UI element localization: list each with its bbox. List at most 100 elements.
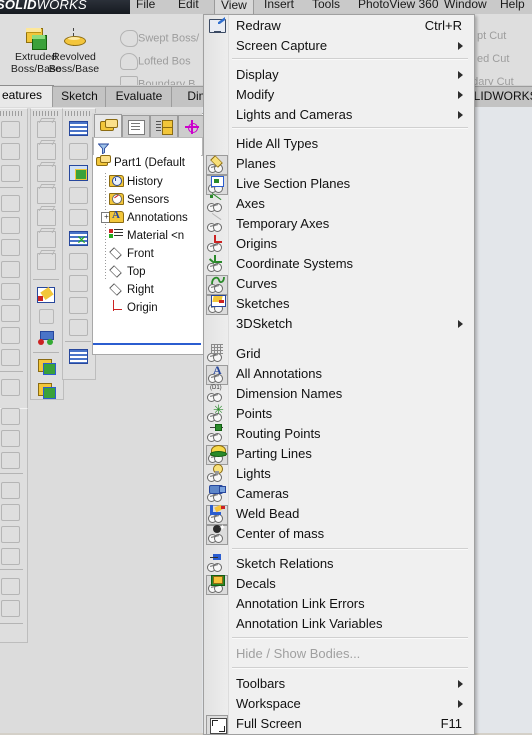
view-menu-item-redraw[interactable]: Redraw Ctrl+R — [204, 16, 474, 36]
pattern-tool-icon-2[interactable] — [35, 381, 57, 403]
view-decals-icon — [206, 575, 228, 595]
coordinate-tool-icon[interactable] — [35, 328, 57, 350]
tree-item-sensors[interactable]: Sensors — [109, 192, 169, 209]
view-menu-label-hide-all-types: Hide All Types — [236, 136, 319, 151]
view-menu-item-sketches[interactable]: Sketches — [204, 294, 474, 315]
tab-features[interactable]: eatures — [0, 85, 54, 107]
view-menu-item-temporary-axes[interactable]: Temporary Axes — [204, 212, 474, 234]
revolved-cut-item[interactable]: ed Cut — [477, 53, 509, 65]
view-menu-item-hide-all-types[interactable]: Hide All Types — [204, 134, 474, 154]
chevron-right-icon — [458, 700, 463, 708]
redraw-monitor-icon — [206, 17, 226, 35]
feature-tree-filter[interactable] — [93, 137, 203, 156]
view-menu-item-decals[interactable]: Decals — [204, 574, 474, 595]
display-grid-icon[interactable]: ✕ — [67, 228, 89, 250]
tree-item-right[interactable]: Right — [109, 282, 154, 299]
view-menu-item-dimension-names[interactable]: (D1) Dimension Names — [204, 384, 474, 404]
menu-photoview[interactable]: PhotoView 360 — [352, 0, 445, 12]
view-menu-label-curves: Curves — [236, 276, 278, 291]
toolbar-column-3[interactable]: ✕ — [62, 108, 96, 380]
revolved-boss-label: Revolved Boss/Base — [48, 51, 100, 75]
menu-file[interactable]: File — [130, 0, 161, 12]
view-menu-item-axes[interactable]: Axes — [204, 192, 474, 214]
toolbar-column-2[interactable] — [30, 108, 64, 400]
view-menu-item-parting-lines[interactable]: Parting Lines — [204, 444, 474, 465]
view-menu-item-weld-bead[interactable]: Weld Bead — [204, 504, 474, 525]
lofted-boss-item[interactable]: Lofted Bos — [120, 53, 191, 70]
menu-window[interactable]: Window — [438, 0, 493, 12]
view-menu-item-routing-points[interactable]: Routing Points — [204, 424, 474, 444]
swept-boss-icon — [120, 30, 138, 47]
view-menu-item-curves[interactable]: Curves — [204, 274, 474, 295]
menu-help[interactable]: Help — [494, 0, 531, 12]
menu-insert[interactable]: Insert — [258, 0, 300, 12]
view-menu-item-points[interactable]: ✳ Points — [204, 403, 474, 424]
view-menu-item-all-annotations[interactable]: A All Annotations — [204, 364, 474, 385]
tree-root-label: Part1 (Default — [114, 157, 185, 169]
extruded-cut-item[interactable]: pt Cut — [477, 30, 506, 42]
view-menu-item-cameras[interactable]: Cameras — [204, 484, 474, 504]
view-sketch-relations-icon — [206, 554, 226, 573]
view-menu-item-full-screen[interactable]: Full Screen F11 — [204, 714, 474, 734]
view-menu-label-coordinate-systems: Coordinate Systems — [236, 256, 354, 271]
view-menu-label-temporary-axes: Temporary Axes — [236, 216, 330, 231]
menu-edit[interactable]: Edit — [172, 0, 205, 12]
chevron-right-icon — [458, 91, 463, 99]
tree-item-front[interactable]: Front — [109, 246, 154, 263]
view-menu-label-dimension-names: Dimension Names — [236, 386, 343, 401]
view-menu-item-annotation-link-errors[interactable]: Annotation Link Errors — [204, 594, 474, 614]
menu-bar[interactable]: File Edit View Insert Tools PhotoView 36… — [130, 0, 532, 14]
view-menu-label-grid: Grid — [236, 346, 261, 361]
feature-tree[interactable]: Part1 (Default History Sensors + A Annot… — [93, 155, 201, 347]
feature-manager-tab[interactable] — [94, 114, 122, 139]
tree-root-part1[interactable]: Part1 (Default — [96, 155, 185, 172]
sketch-tool-icon[interactable] — [35, 284, 57, 306]
toolbar-grip[interactable] — [0, 111, 23, 116]
tree-item-history[interactable]: History — [109, 174, 163, 191]
configuration-manager-tab[interactable] — [150, 115, 178, 139]
plane-icon — [109, 264, 124, 278]
property-manager-tab[interactable] — [122, 115, 150, 139]
view-menu-item-toolbars[interactable]: Toolbars — [204, 674, 474, 694]
view-curves-icon — [206, 275, 228, 295]
pattern-tool-icon[interactable] — [35, 357, 57, 379]
tree-item-material[interactable]: Material <n — [109, 228, 184, 245]
view-menu-item-live-section-planes[interactable]: Live Section Planes — [204, 174, 474, 195]
view-menu-item-planes[interactable]: Planes — [204, 154, 474, 175]
toolbar-column-1b[interactable] — [0, 408, 28, 643]
view-menu-item-modify[interactable]: Modify — [204, 85, 474, 105]
tree-item-origin[interactable]: Origin — [109, 300, 158, 317]
view-menu-popup[interactable]: Redraw Ctrl+R Screen Capture Display Mod… — [203, 14, 475, 735]
view-menu-item-origins[interactable]: Origins — [204, 234, 474, 254]
dimxpert-manager-tab[interactable] — [178, 115, 206, 139]
view-grid-icon — [206, 344, 226, 363]
view-menu-item-lights[interactable]: Lights — [204, 464, 474, 484]
chevron-right-icon — [458, 111, 463, 119]
view-menu-item-annotation-link-variables[interactable]: Annotation Link Variables — [204, 614, 474, 634]
view-menu-item-sketch-relations[interactable]: Sketch Relations — [204, 554, 474, 574]
tree-item-top[interactable]: Top — [109, 264, 146, 281]
view-menu-item-grid[interactable]: Grid — [204, 344, 474, 364]
menu-tools[interactable]: Tools — [306, 0, 346, 12]
tree-item-annotations[interactable]: A Annotations — [109, 210, 188, 227]
view-menu-separator-1 — [232, 58, 468, 60]
toolbar-column-1[interactable] — [0, 108, 28, 410]
view-menu-item-lights-and-cameras[interactable]: Lights and Cameras — [204, 105, 474, 125]
toolbar-grip-3[interactable] — [65, 111, 91, 116]
toolbar-grip-2[interactable] — [33, 111, 59, 116]
view-parting-lines-icon — [206, 445, 228, 465]
view-menu-item-center-of-mass[interactable]: ✦ Center of mass — [204, 524, 474, 545]
view-menu-item-coordinate-systems[interactable]: Coordinate Systems — [204, 254, 474, 274]
section-view-icon[interactable] — [67, 162, 89, 184]
view-origins-icon — [206, 235, 226, 253]
menu-view[interactable]: View — [214, 0, 254, 14]
view-menu-item-screen-capture[interactable]: Screen Capture — [204, 36, 474, 56]
tab-evaluate[interactable]: Evaluate — [105, 86, 173, 107]
view-menu-label-redraw: Redraw — [236, 18, 281, 33]
swept-boss-item[interactable]: Swept Boss/ — [120, 30, 199, 47]
tab-sketch[interactable]: Sketch — [52, 86, 107, 107]
view-menu-item-workspace[interactable]: Workspace — [204, 694, 474, 714]
view-menu-item-3dsketch[interactable]: 3DSketch — [204, 314, 474, 334]
view-menu-item-display[interactable]: Display — [204, 65, 474, 85]
revolved-boss-base-button[interactable]: Revolved Boss/Base — [38, 28, 110, 75]
